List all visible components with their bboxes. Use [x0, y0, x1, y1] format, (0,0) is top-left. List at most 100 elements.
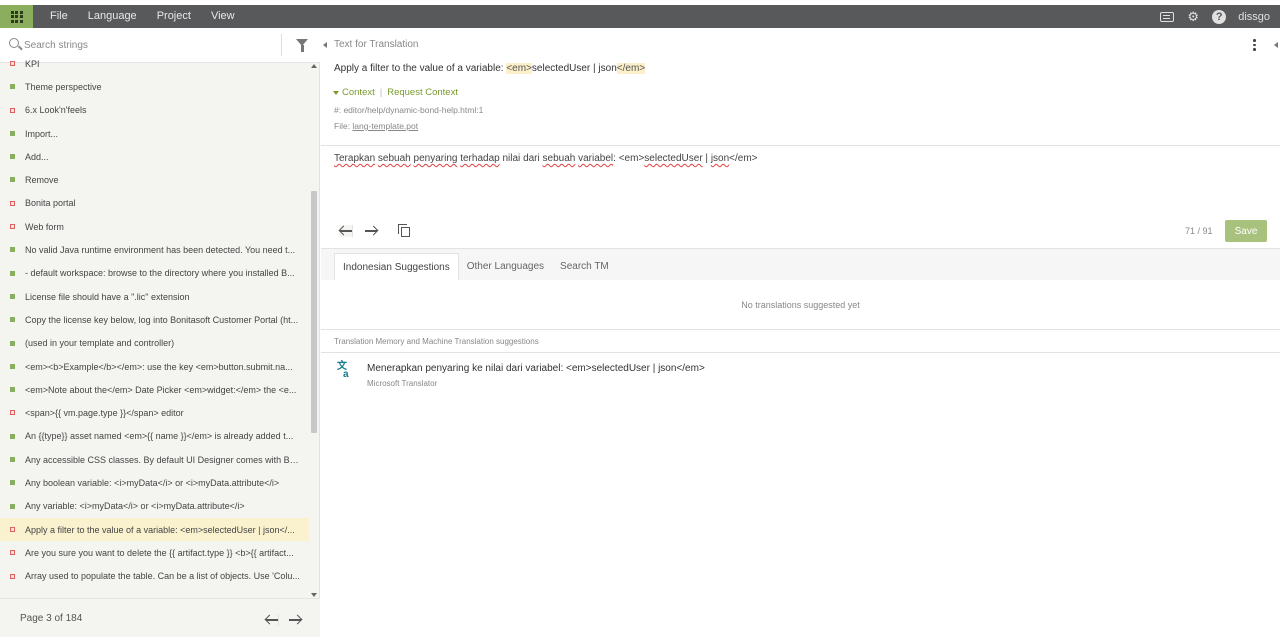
list-item[interactable]: Copy the license key below, log into Bon… — [0, 308, 309, 331]
list-item-label: Apply a filter to the value of a variabl… — [25, 524, 295, 535]
list-item[interactable]: Apply a filter to the value of a variabl… — [0, 517, 309, 542]
source-pre: Apply a filter to the value of a variabl… — [334, 63, 507, 74]
prev-page-arrow-icon[interactable] — [264, 614, 279, 626]
list-item[interactable]: An {{type}} asset named <em>{{ name }}</… — [0, 425, 309, 448]
list-item[interactable]: <em><b>Example</b></em>: use the key <em… — [0, 355, 309, 378]
apps-grid-icon — [10, 10, 23, 23]
context-link[interactable]: Context — [342, 87, 375, 98]
untranslated-status-icon — [10, 550, 15, 556]
list-item[interactable]: License file should have a ".lic" extens… — [0, 285, 309, 308]
copy-source-icon[interactable] — [398, 224, 410, 237]
translated-status-icon — [10, 130, 15, 136]
translation-word: Terapkan — [334, 153, 376, 164]
list-item[interactable]: Remove — [0, 168, 309, 191]
editor-pane: Text for Translation Apply a filter to t… — [321, 28, 1280, 637]
collapse-left-icon[interactable] — [323, 42, 327, 48]
scroll-down-arrow-icon[interactable] — [311, 593, 317, 597]
translated-status-icon — [10, 177, 15, 183]
list-item[interactable]: Theme perspective — [0, 75, 309, 98]
username[interactable]: dissgo — [1238, 11, 1270, 23]
list-item-label: An {{type}} asset named <em>{{ name }}</… — [25, 431, 294, 442]
reference-path: #: editor/help/dynamic-bond-help.html:1 — [334, 105, 484, 115]
list-item[interactable]: Import... — [0, 122, 309, 145]
translation-word: sebuah — [377, 153, 411, 164]
list-item[interactable]: KPI — [0, 52, 309, 75]
untranslated-status-icon — [10, 410, 15, 416]
list-scrollbar[interactable] — [310, 63, 318, 598]
next-string-arrow-icon[interactable] — [364, 225, 379, 237]
list-item[interactable]: <span>{{ vm.page.type }}</span> editor — [0, 401, 309, 424]
list-item[interactable]: Add... — [0, 145, 309, 168]
file-info: File: lang-template.pot — [334, 121, 418, 131]
tm-section-label: Translation Memory and Machine Translati… — [334, 337, 539, 346]
menu-language[interactable]: Language — [78, 5, 147, 28]
scroll-up-arrow-icon[interactable] — [311, 64, 317, 68]
translation-input[interactable]: Terapkan sebuah penyaring terhadap nilai… — [334, 153, 758, 164]
keyboard-icon[interactable] — [1160, 11, 1175, 22]
scrollbar-thumb[interactable] — [311, 191, 317, 433]
translation-word: dari — [523, 153, 540, 164]
apps-grid-button[interactable] — [0, 5, 33, 28]
more-options-icon[interactable] — [1253, 39, 1256, 52]
context-toggle-icon[interactable] — [333, 90, 339, 95]
suggestion-text: Menerapkan penyaring ke nilai dari varia… — [367, 363, 705, 374]
menu-project[interactable]: Project — [147, 5, 201, 28]
suggestions-tabs-area: Indonesian Suggestions Other Languages S… — [321, 248, 1280, 333]
previous-string-arrow-icon[interactable] — [338, 225, 353, 237]
request-context-link[interactable]: Request Context — [387, 87, 458, 98]
translated-status-icon — [10, 363, 15, 369]
list-item[interactable]: Any variable: <i>myData</i> or <i>myData… — [0, 495, 309, 518]
file-prefix: File: — [334, 121, 353, 131]
source-tag-open: <em> — [506, 63, 532, 74]
translation-tag-open: <em> — [618, 153, 645, 164]
source-text: Apply a filter to the value of a variabl… — [334, 63, 646, 74]
collapse-right-icon[interactable] — [1274, 42, 1278, 48]
list-item-label: Import... — [25, 128, 59, 139]
next-page-arrow-icon[interactable] — [288, 614, 303, 626]
tab-other-languages[interactable]: Other Languages — [459, 253, 552, 280]
translated-status-icon — [10, 480, 15, 486]
divider — [321, 145, 1280, 146]
untranslated-status-icon — [10, 573, 15, 579]
list-item[interactable]: Are you sure you want to delete the {{ a… — [0, 541, 309, 564]
untranslated-status-icon — [10, 107, 15, 113]
list-item-label: - default workspace: browse to the direc… — [25, 268, 295, 279]
divider — [321, 352, 1280, 353]
empty-suggestions-text: No translations suggested yet — [741, 300, 860, 310]
list-item-label: (used in your template and controller) — [25, 338, 175, 349]
list-item[interactable]: 6.x Look'n'feels — [0, 99, 309, 122]
tab-search-tm[interactable]: Search TM — [552, 253, 617, 280]
suggestion-item[interactable]: 文a Menerapkan penyaring ke nilai dari va… — [337, 361, 1267, 393]
list-item-label: 6.x Look'n'feels — [25, 105, 87, 116]
filter-icon[interactable] — [296, 39, 308, 52]
source-mid: selectedUser | json — [531, 63, 617, 74]
tab-indonesian-suggestions[interactable]: Indonesian Suggestions — [334, 253, 459, 280]
help-icon[interactable]: ? — [1212, 9, 1227, 24]
list-item[interactable]: <em>Note about the</em> Date Picker <em>… — [0, 378, 309, 401]
translated-status-icon — [10, 340, 15, 346]
list-item[interactable]: - default workspace: browse to the direc… — [0, 262, 309, 285]
translation-tag-close: </em> — [729, 153, 758, 164]
menu-view[interactable]: View — [201, 5, 245, 28]
list-item[interactable]: Any boolean variable: <i>myData</i> or <… — [0, 471, 309, 494]
gear-icon[interactable]: ⚙ — [1186, 5, 1200, 28]
list-item-label: Copy the license key below, log into Bon… — [25, 314, 299, 325]
main-menu: File Language Project View — [40, 5, 245, 28]
list-item[interactable]: Any accessible CSS classes. By default U… — [0, 448, 309, 471]
suggestion-tabs: Indonesian Suggestions Other Languages S… — [334, 253, 617, 280]
list-item[interactable]: Web form — [0, 215, 309, 238]
list-item[interactable]: Array used to populate the table. Can be… — [0, 565, 309, 587]
translation-word: nilai — [502, 153, 521, 164]
list-item[interactable]: Bonita portal — [0, 192, 309, 215]
untranslated-status-icon — [10, 224, 15, 230]
list-item-label: License file should have a ".lic" extens… — [25, 291, 190, 302]
list-item[interactable]: No valid Java runtime environment has be… — [0, 238, 309, 261]
menu-file[interactable]: File — [40, 5, 78, 28]
file-link[interactable]: lang-template.pot — [352, 121, 418, 131]
list-item-label: Theme perspective — [25, 81, 102, 92]
string-list: KPI Theme perspective 6.x Look'n'feels Impo… — [0, 52, 309, 587]
string-counter: 71 / 91 — [1185, 226, 1213, 236]
list-item[interactable]: (used in your template and controller) — [0, 332, 309, 355]
translation-word: terhadap — [460, 153, 500, 164]
save-button[interactable]: Save — [1225, 220, 1267, 242]
